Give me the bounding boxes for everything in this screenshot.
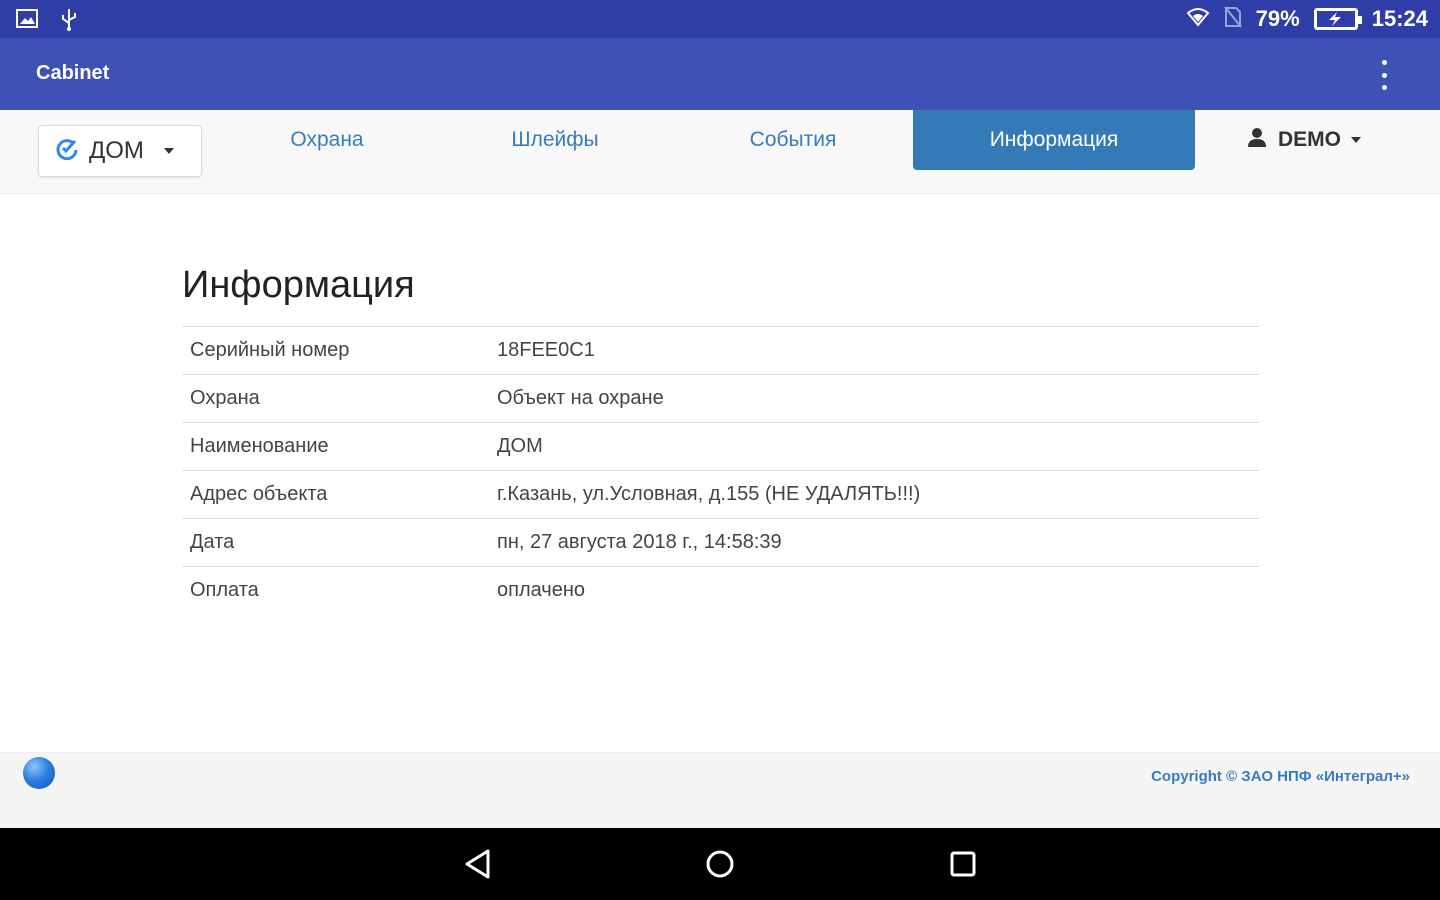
row-key: Охрана <box>182 374 489 423</box>
row-key: Серийный номер <box>182 326 489 375</box>
clock: 15:24 <box>1371 6 1428 31</box>
table-row: Адрес объекта г.Казань, ул.Условная, д.1… <box>182 470 1260 519</box>
tab-shleify[interactable]: Шлейфы <box>488 110 622 170</box>
table-row: Наименование ДОМ <box>182 422 1260 471</box>
tab-informatsiya[interactable]: Информация <box>913 110 1195 170</box>
user-menu-label: DEMO <box>1278 128 1341 151</box>
row-key: Оплата <box>182 566 489 615</box>
row-value: Объект на охране <box>489 374 1260 423</box>
recents-icon[interactable] <box>945 846 981 882</box>
top-navbar: ДОМ Охрана Шлейфы События Информация DEM… <box>0 110 1440 194</box>
table-row: Дата пн, 27 августа 2018 г., 14:58:39 <box>182 518 1260 567</box>
status-bar: 79% 15:24 <box>0 0 1440 38</box>
battery-percent: 79% <box>1255 6 1300 31</box>
more-vert-icon[interactable] <box>1372 60 1396 90</box>
system-nav-bar <box>0 828 1440 900</box>
wifi-icon <box>1186 7 1210 31</box>
tab-okhrana[interactable]: Охрана <box>262 110 392 170</box>
info-table: Серийный номер 18FEE0C1 Охрана Объект на… <box>182 326 1260 615</box>
row-value: ДОМ <box>489 422 1260 471</box>
user-menu[interactable]: DEMO <box>1246 126 1361 154</box>
page-title: Информация <box>182 264 415 306</box>
blue-ball-icon[interactable] <box>23 757 55 789</box>
no-sim-icon <box>1223 6 1242 32</box>
battery-charging-icon <box>1313 8 1362 30</box>
object-select-dropdown[interactable]: ДОМ <box>38 125 202 177</box>
row-value: г.Казань, ул.Условная, д.155 (НЕ УДАЛЯТЬ… <box>489 470 1260 519</box>
footer: Copyright © ЗАО НПФ «Интеграл+» <box>0 752 1440 828</box>
usb-icon <box>60 7 78 35</box>
row-key: Наименование <box>182 422 489 471</box>
chevron-down-icon <box>1351 137 1361 143</box>
app-title: Cabinet <box>36 62 110 84</box>
refresh-status-icon <box>55 136 79 167</box>
info-panel: Информация Серийный номер 18FEE0C1 Охран… <box>182 262 1260 615</box>
tab-sobytiya[interactable]: События <box>722 110 864 170</box>
row-value: оплачено <box>489 566 1260 615</box>
app-bar: Cabinet <box>0 38 1440 110</box>
table-row: Серийный номер 18FEE0C1 <box>182 326 1260 375</box>
image-icon <box>16 9 38 33</box>
row-key: Дата <box>182 518 489 567</box>
copyright-text: Copyright © ЗАО НПФ «Интеграл+» <box>1151 768 1410 785</box>
row-value: пн, 27 августа 2018 г., 14:58:39 <box>489 518 1260 567</box>
table-row: Оплата оплачено <box>182 566 1260 615</box>
table-row: Охрана Объект на охране <box>182 374 1260 423</box>
object-select-value: ДОМ <box>89 137 144 164</box>
home-icon[interactable] <box>702 846 738 882</box>
back-icon[interactable] <box>460 846 496 882</box>
user-icon <box>1246 126 1268 154</box>
row-value: 18FEE0C1 <box>489 326 1260 375</box>
row-key: Адрес объекта <box>182 470 489 519</box>
chevron-down-icon <box>163 148 174 154</box>
